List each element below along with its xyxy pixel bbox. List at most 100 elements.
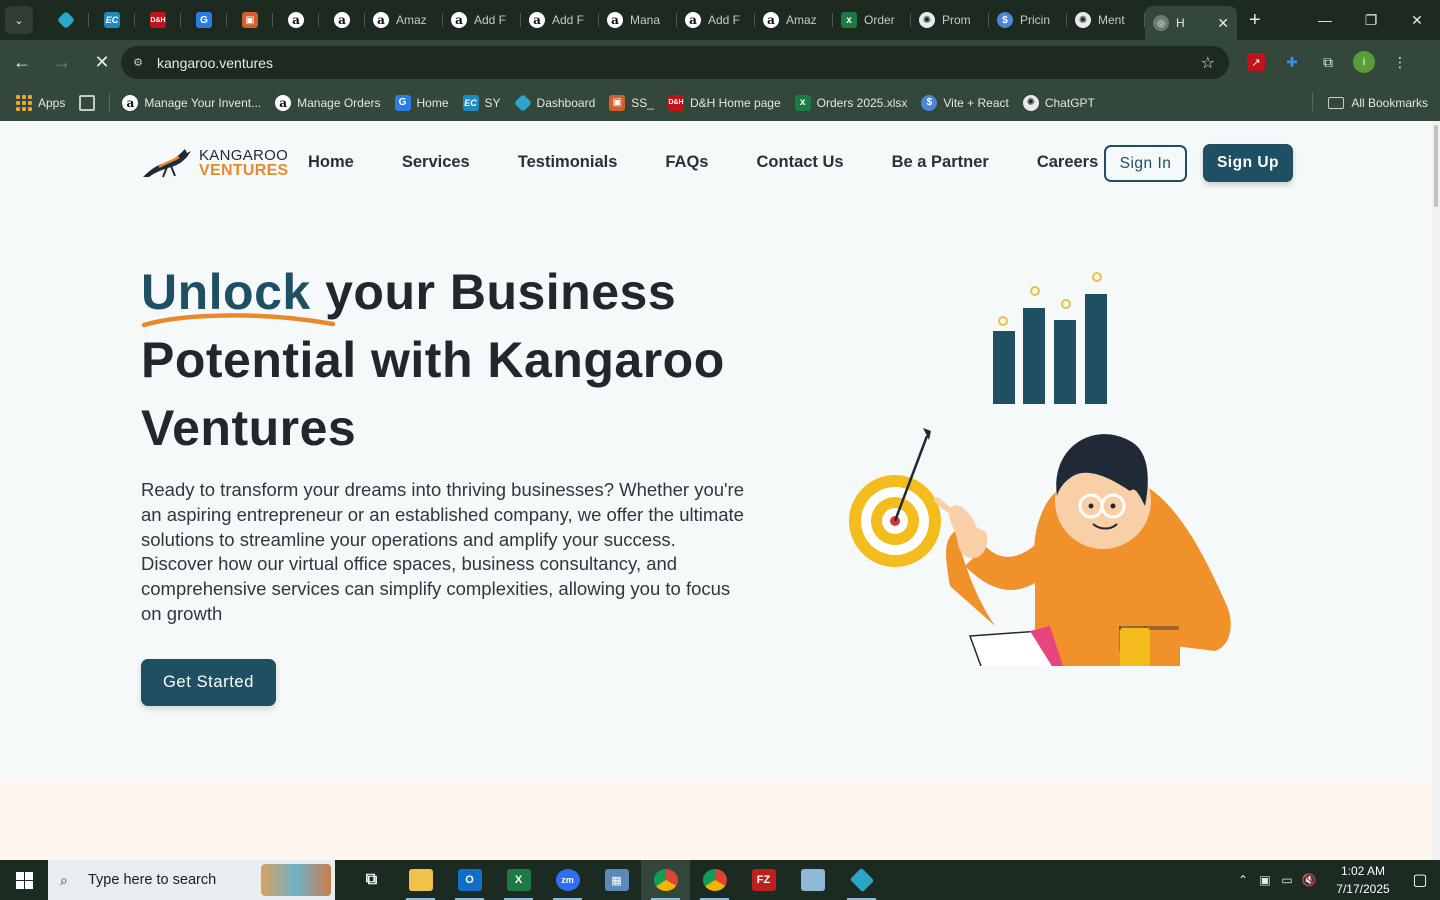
close-icon[interactable]: ✕ <box>1217 15 1229 32</box>
nav-home[interactable]: Home <box>308 153 354 172</box>
taskbar-excel[interactable]: X <box>494 860 543 900</box>
bookmark-label: SY <box>484 95 501 110</box>
address-url[interactable]: kangaroo.ventures <box>157 55 273 71</box>
chatgpt-icon: ✺ <box>919 12 935 28</box>
bookmark-item[interactable]: a Manage Your Invent... <box>122 94 261 111</box>
site-info-icon[interactable]: ⚙ <box>131 56 145 70</box>
extensions-icon[interactable]: ⧉ <box>1310 44 1346 80</box>
browser-tab[interactable]: ✺ Prom <box>911 4 989 36</box>
bookmark-item[interactable]: x Orders 2025.xlsx <box>794 94 907 111</box>
pdf-extension-icon[interactable]: ↗ <box>1247 53 1265 71</box>
browser-tab[interactable]: ▣ <box>227 4 273 36</box>
security-icon[interactable]: ▣ <box>1254 873 1276 887</box>
bookmark-item[interactable]: a Manage Orders <box>275 94 381 111</box>
bookmark-item[interactable]: Apps <box>16 94 65 111</box>
bookmark-item[interactable]: ▣ SS_ <box>609 94 654 111</box>
bookmark-label: D&H Home page <box>689 95 781 110</box>
start-button[interactable] <box>0 860 48 900</box>
menu-kebab-icon[interactable]: ⋮ <box>1382 44 1418 80</box>
bookmark-item[interactable]: Dashboard <box>513 93 595 112</box>
get-started-button[interactable]: Get Started <box>141 659 276 706</box>
taskbar-notes[interactable] <box>788 860 837 900</box>
taskbar-calculator[interactable]: ▦ <box>592 860 641 900</box>
taskbar-chrome-active[interactable] <box>641 860 690 900</box>
site-logo[interactable]: KANGAROO VENTURES <box>141 147 289 179</box>
browser-tab[interactable]: D&H <box>135 4 181 36</box>
browser-tab[interactable]: a Amaz <box>755 4 833 36</box>
taskbar-outlook[interactable]: O <box>445 860 494 900</box>
all-bookmarks-button[interactable]: All Bookmarks <box>1312 84 1428 121</box>
logo-text-bottom: VENTURES <box>199 162 289 179</box>
taskbar-zoom[interactable]: zm <box>543 860 592 900</box>
browser-tab[interactable]: a Add F <box>521 4 599 36</box>
minimize-button[interactable]: — <box>1302 0 1348 40</box>
dh-icon: D&H <box>150 12 166 28</box>
taskbar-filezilla[interactable]: FZ <box>739 860 788 900</box>
nav-careers[interactable]: Careers <box>1037 153 1098 172</box>
ec-icon: EC <box>104 12 120 28</box>
bookmark-item[interactable] <box>79 94 96 111</box>
stop-loading-button[interactable]: ✕ <box>84 44 120 80</box>
browser-tab[interactable]: a Add F <box>677 4 755 36</box>
system-clock[interactable]: 1:02 AM 7/17/2025 <box>1326 862 1400 898</box>
tab-title: Pricin <box>1020 13 1051 27</box>
profile-avatar[interactable]: i <box>1353 51 1375 73</box>
browser-tab[interactable]: $ Pricin <box>989 4 1067 36</box>
taskbar-app-diamond[interactable] <box>837 860 886 900</box>
bookmark-item[interactable]: G Home <box>394 94 449 111</box>
browser-tab[interactable]: a <box>273 4 319 36</box>
folder-icon <box>408 869 433 891</box>
grid-icon <box>79 94 96 111</box>
network-icon[interactable]: ▭ <box>1276 873 1298 887</box>
page-scrollbar[interactable] <box>1432 121 1440 860</box>
browser-tab[interactable]: x Order <box>833 4 911 36</box>
taskbar-search[interactable]: ⌕ Type here to search <box>48 860 335 900</box>
sign-in-button[interactable]: Sign In <box>1104 145 1187 182</box>
diamond-icon <box>513 93 532 112</box>
person-graphic <box>934 434 1231 666</box>
folder-icon <box>1328 96 1345 109</box>
bookmark-item[interactable]: D&H D&H Home page <box>667 94 781 111</box>
volume-muted-icon[interactable]: 🔇 <box>1298 873 1320 887</box>
nav-testimonials[interactable]: Testimonials <box>518 153 618 172</box>
browser-tab[interactable]: ✺ Ment <box>1067 4 1145 36</box>
browser-tab[interactable]: G <box>181 4 227 36</box>
bookmark-item[interactable]: EC SY <box>462 94 501 111</box>
puzzle-extension-icon[interactable]: ✚ <box>1274 44 1310 80</box>
browser-tab[interactable]: EC <box>89 4 135 36</box>
task-view-button[interactable]: ⧉ <box>347 860 396 900</box>
browser-toolbar: ← → ✕ ⚙ kangaroo.ventures ☆ ↗ ✚ ⧉ i ⋮ <box>0 40 1440 84</box>
back-button[interactable]: ← <box>4 44 40 80</box>
calculator-icon: ▦ <box>604 869 629 891</box>
nav-be-a-partner[interactable]: Be a Partner <box>892 153 989 172</box>
nav-contact-us[interactable]: Contact Us <box>757 153 844 172</box>
new-tab-button[interactable]: + <box>1249 9 1261 32</box>
sign-up-button[interactable]: Sign Up <box>1203 144 1293 182</box>
bookmark-star-icon[interactable]: ☆ <box>1201 53 1215 73</box>
scrollbar-thumb[interactable] <box>1434 125 1438 207</box>
browser-tab[interactable]: a Mana <box>599 4 677 36</box>
browser-tab[interactable]: a <box>319 4 365 36</box>
browser-tab[interactable]: a Add F <box>443 4 521 36</box>
tab-search-button[interactable]: ⌄ <box>5 6 33 34</box>
notification-icon[interactable]: ▢ <box>1400 870 1440 890</box>
tab-title: Mana <box>630 13 661 27</box>
bookmark-item[interactable]: ✺ ChatGPT <box>1022 94 1095 111</box>
taskbar-apps: ⧉ O X zm ▦ FZ <box>347 860 886 900</box>
address-bar[interactable]: ⚙ kangaroo.ventures ☆ <box>121 46 1229 79</box>
chevron-up-icon[interactable]: ⌃ <box>1232 873 1254 887</box>
browser-tab[interactable]: a Amaz <box>365 4 443 36</box>
restore-button[interactable]: ❐ <box>1348 0 1394 40</box>
forward-button[interactable]: → <box>44 44 80 80</box>
nav-services[interactable]: Services <box>402 153 470 172</box>
taskbar-file-explorer[interactable] <box>396 860 445 900</box>
bookmark-item[interactable]: $ Vite + React <box>921 94 1009 111</box>
clock-time: 1:02 AM <box>1340 864 1386 878</box>
nav-faqs[interactable]: FAQs <box>665 153 708 172</box>
taskbar-chrome[interactable] <box>690 860 739 900</box>
bookmark-separator <box>109 93 111 112</box>
browser-tab[interactable] <box>43 4 89 36</box>
diamond-icon <box>56 10 76 30</box>
tab-active[interactable]: ◎ H ✕ <box>1145 6 1237 40</box>
close-window-button[interactable]: ✕ <box>1394 0 1440 40</box>
